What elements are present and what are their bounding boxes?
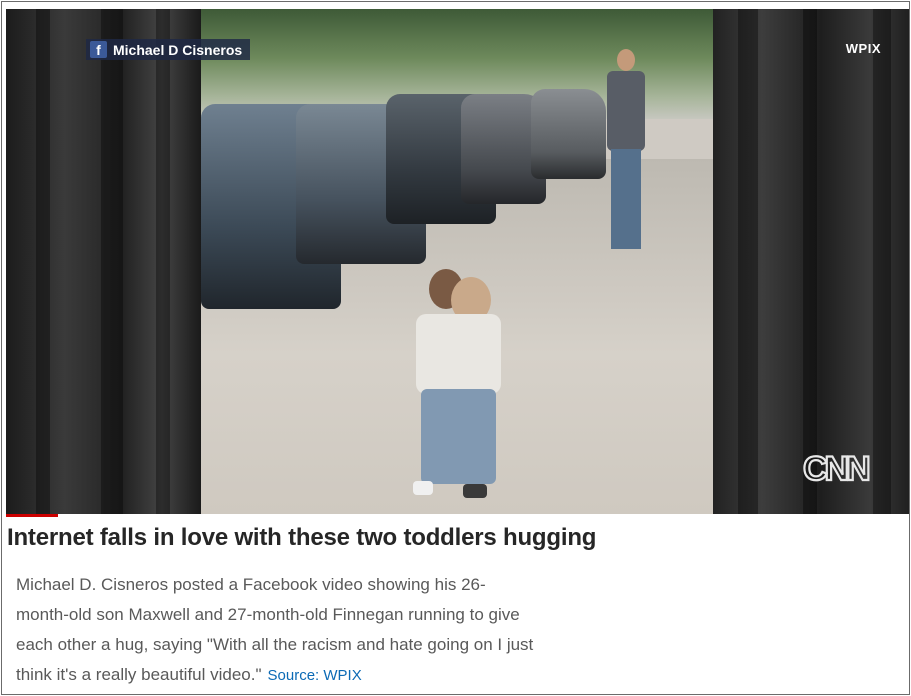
source-link[interactable]: Source: WPIX (268, 667, 362, 684)
video-player[interactable]: f Michael D Cisneros WPIX CNN (6, 9, 909, 514)
walking-man (601, 49, 651, 259)
article-description: Michael D. Cisneros posted a Facebook vi… (16, 570, 536, 691)
cnn-logo-text: CNN (803, 450, 869, 488)
facebook-credit-name: Michael D Cisneros (113, 41, 243, 58)
facebook-icon: f (90, 41, 107, 58)
article-headline[interactable]: Internet falls in love with these two to… (7, 524, 596, 552)
cnn-logo: CNN (802, 449, 873, 489)
article-card: f Michael D Cisneros WPIX CNN Internet f… (1, 1, 910, 695)
video-frame (201, 9, 713, 514)
video-blur-right (713, 9, 909, 514)
toddlers-hugging (401, 269, 511, 504)
parked-car (531, 89, 606, 179)
accent-bar (6, 514, 58, 517)
video-blur-left (6, 9, 201, 514)
channel-bug: WPIX (845, 41, 881, 56)
facebook-credit: f Michael D Cisneros (86, 39, 251, 60)
